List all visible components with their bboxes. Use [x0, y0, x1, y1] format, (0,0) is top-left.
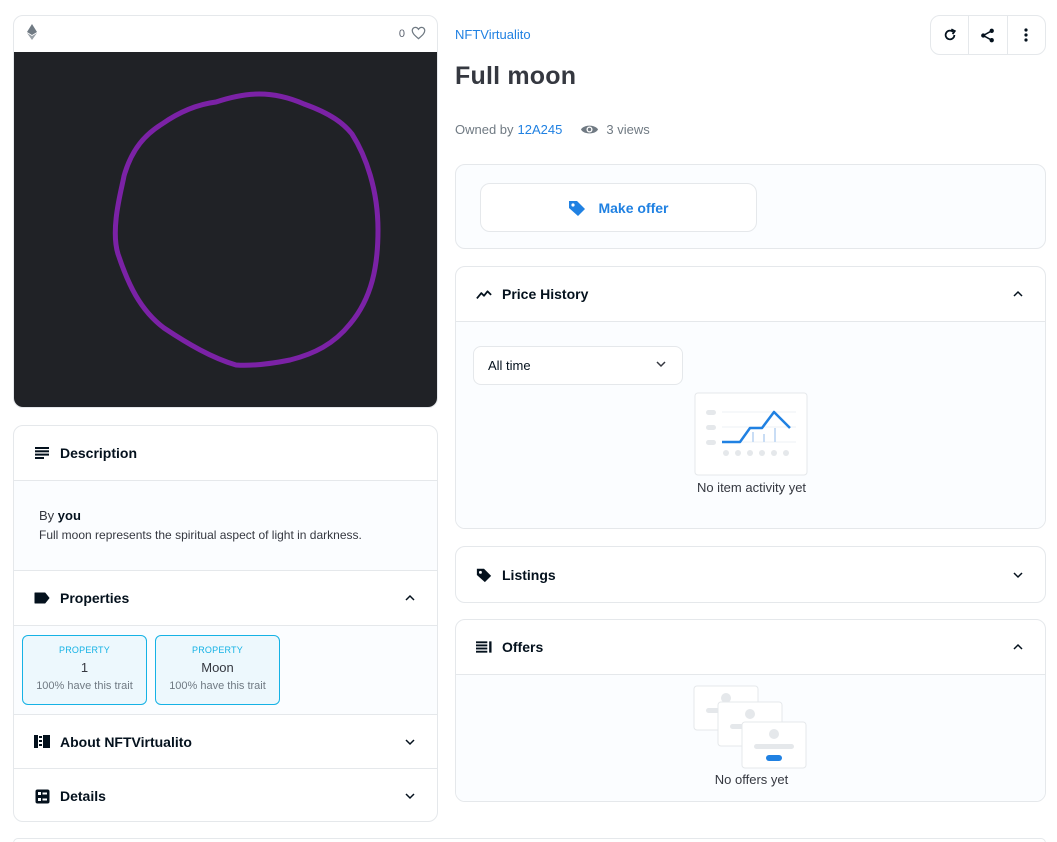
chevron-down-icon [654, 357, 668, 374]
list-icon [476, 639, 492, 655]
description-icon [34, 445, 50, 461]
empty-offers-illustration [693, 685, 807, 769]
time-range-value: All time [488, 358, 531, 373]
property-card[interactable]: PROPERTY Moon 100% have this trait [155, 635, 280, 705]
offers-header[interactable]: Offers [456, 620, 1045, 675]
properties-title: Properties [60, 590, 130, 606]
heart-icon[interactable] [411, 26, 426, 43]
make-offer-label: Make offer [598, 199, 669, 216]
price-history-header[interactable]: Price History [456, 267, 1045, 322]
chevron-down-icon[interactable] [1011, 568, 1025, 582]
offers-title: Offers [502, 639, 544, 655]
vertical-split-icon [34, 734, 50, 750]
offers-panel: Offers No offers yet [455, 619, 1046, 802]
property-value: 1 [80, 660, 89, 675]
property-type: PROPERTY [59, 645, 110, 655]
views-label: 3 views [606, 122, 650, 137]
owned-by-label: Owned by [455, 122, 514, 137]
offers-body: No offers yet [456, 675, 1045, 801]
owner-link[interactable]: 12A245 [518, 122, 563, 137]
listings-panel: Listings [455, 546, 1046, 603]
make-offer-button[interactable]: Make offer [480, 183, 757, 232]
favorite-control[interactable]: 0 [399, 26, 426, 43]
listings-title: Listings [502, 566, 556, 583]
trending-icon [476, 286, 492, 302]
more-button[interactable] [1008, 16, 1045, 54]
about-title: About NFTVirtualito [60, 733, 192, 750]
property-rarity: 100% have this trait [169, 680, 266, 692]
time-range-select[interactable]: All time [473, 346, 683, 385]
media-toolbar: 0 [14, 16, 437, 52]
creator-link[interactable]: you [58, 508, 81, 523]
properties-header[interactable]: Properties [14, 571, 437, 626]
chevron-up-icon[interactable] [1011, 287, 1025, 301]
price-history-empty-text: No item activity yet [696, 480, 807, 495]
chevron-down-icon[interactable] [403, 735, 417, 749]
description-body: By you Full moon represents the spiritua… [14, 481, 437, 571]
price-history-body: All time No item activity yet [456, 322, 1045, 528]
creator-line: By you [39, 508, 412, 523]
details-title: Details [60, 788, 106, 804]
owner-line: Owned by 12A245 3 views [455, 122, 650, 137]
ballot-icon [34, 788, 50, 804]
empty-chart-illustration [694, 392, 808, 476]
tag-icon [476, 567, 492, 583]
refresh-button[interactable] [931, 16, 970, 54]
share-button[interactable] [969, 16, 1008, 54]
tag-icon [569, 200, 586, 216]
next-section-edge [13, 838, 1046, 842]
description-header: Description [14, 426, 437, 481]
chevron-up-icon[interactable] [403, 591, 417, 605]
by-label: By [39, 508, 55, 523]
page-title: Full moon [455, 62, 577, 90]
item-info-panel: Description By you Full moon represents … [13, 425, 438, 822]
about-header[interactable]: About NFTVirtualito [14, 715, 437, 769]
chevron-down-icon[interactable] [403, 789, 417, 803]
moon-artwork [112, 91, 381, 368]
favorite-count: 0 [398, 28, 405, 40]
property-value: Moon [201, 660, 234, 675]
refresh-icon [944, 28, 956, 41]
offers-empty-text: No offers yet [714, 772, 789, 787]
details-header[interactable]: Details [14, 769, 437, 821]
description-text: Full moon represents the spiritual aspec… [39, 528, 362, 542]
property-type: PROPERTY [192, 645, 243, 655]
listings-header[interactable]: Listings [456, 547, 1045, 602]
media-card: 0 [13, 15, 438, 408]
properties-list: PROPERTY 1 100% have this trait PROPERTY… [14, 626, 437, 715]
price-history-panel: Price History All time No item activity [455, 266, 1046, 529]
views-count: 3 views [580, 122, 650, 137]
label-icon [34, 590, 50, 606]
description-title: Description [60, 445, 138, 461]
collection-link[interactable]: NFTVirtualito [455, 27, 531, 42]
more-icon [1024, 28, 1028, 42]
price-history-title: Price History [502, 286, 589, 302]
trade-panel: Make offer [455, 164, 1046, 249]
nft-image[interactable] [14, 52, 437, 407]
item-actions [930, 15, 1046, 55]
ethereum-icon [26, 23, 38, 45]
chevron-up-icon[interactable] [1011, 640, 1025, 654]
property-rarity: 100% have this trait [36, 680, 133, 692]
property-card[interactable]: PROPERTY 1 100% have this trait [22, 635, 147, 705]
share-icon [981, 28, 995, 42]
eye-icon [581, 125, 599, 134]
